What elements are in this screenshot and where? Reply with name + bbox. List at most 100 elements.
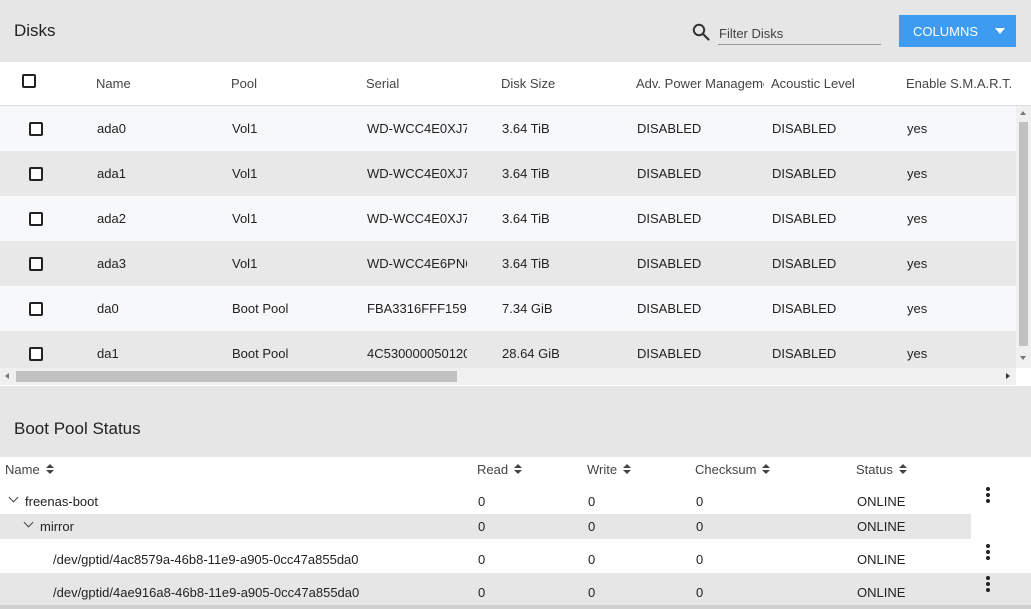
row-checkbox[interactable] bbox=[29, 122, 43, 136]
device-checksum: 0 bbox=[696, 585, 704, 600]
table-row[interactable]: ada2 Vol1 WD-WCC4E0XJ7 3.64 TiB DISABLED… bbox=[0, 196, 1016, 241]
disk-name: ada1 bbox=[97, 166, 126, 181]
disk-apm: DISABLED bbox=[637, 301, 702, 316]
tree-row-freenas-boot[interactable]: freenas-boot 0 0 0 ONLINE bbox=[0, 487, 1031, 514]
column-header-disk-size[interactable]: Disk Size bbox=[501, 76, 621, 91]
disk-size: 28.64 GiB bbox=[502, 346, 560, 361]
column-header-adv-power-management[interactable]: Adv. Power Management bbox=[636, 76, 764, 91]
disk-smart: yes bbox=[907, 256, 928, 271]
column-header-name[interactable]: Name bbox=[5, 462, 54, 477]
sort-icon[interactable] bbox=[45, 464, 54, 475]
tree-row-device[interactable]: /dev/gptid/4ac8579a-46b8-11e9-a905-0cc47… bbox=[0, 544, 1031, 573]
row-checkbox[interactable] bbox=[29, 302, 43, 316]
row-checkbox[interactable] bbox=[29, 212, 43, 226]
disk-size: 3.64 TiB bbox=[502, 121, 550, 136]
disk-apm: DISABLED bbox=[637, 211, 702, 226]
columns-button[interactable]: COLUMNS bbox=[899, 15, 1016, 47]
chevron-down-icon[interactable] bbox=[23, 517, 34, 528]
column-header-write[interactable]: Write bbox=[587, 462, 632, 477]
more-vert-icon[interactable] bbox=[986, 576, 990, 592]
scroll-down-icon[interactable] bbox=[1020, 356, 1026, 360]
disks-panel: Disks COLUMNS Name Pool Serial Disk Size… bbox=[0, 0, 1031, 386]
sort-icon[interactable] bbox=[514, 464, 523, 475]
disk-smart: yes bbox=[907, 301, 928, 316]
column-header-acoustic-level[interactable]: Acoustic Level bbox=[771, 76, 899, 91]
column-header-name[interactable]: Name bbox=[96, 76, 216, 91]
disk-name: ada3 bbox=[97, 256, 126, 271]
disk-acoustic: DISABLED bbox=[772, 166, 837, 181]
header-label: Write bbox=[587, 462, 618, 477]
scroll-left-icon[interactable] bbox=[5, 373, 9, 379]
disk-pool: Vol1 bbox=[232, 121, 258, 136]
chevron-down-icon[interactable] bbox=[8, 492, 19, 503]
scroll-right-icon[interactable] bbox=[1006, 373, 1010, 379]
sort-icon[interactable] bbox=[762, 464, 771, 475]
more-vert-icon[interactable] bbox=[986, 544, 990, 560]
table-row[interactable]: da1 Boot Pool 4C530000050120 28.64 GiB D… bbox=[0, 331, 1016, 368]
disks-title: Disks bbox=[14, 21, 56, 40]
disks-table-body: ada0 Vol1 WD-WCC4E0XJ7 3.64 TiB DISABLED… bbox=[0, 106, 1016, 368]
pool-checksum: 0 bbox=[696, 494, 704, 509]
column-header-enable-smart[interactable]: Enable S.M.A.R.T. bbox=[906, 76, 1018, 91]
boot-pool-panel: Boot Pool Status Name Read Write Checksu… bbox=[0, 398, 1031, 609]
disk-smart: yes bbox=[907, 346, 928, 361]
device-write: 0 bbox=[588, 552, 596, 567]
boot-pool-title: Boot Pool Status bbox=[14, 419, 141, 438]
disk-pool: Boot Pool bbox=[232, 301, 289, 316]
disk-pool: Vol1 bbox=[232, 166, 258, 181]
column-header-pool[interactable]: Pool bbox=[231, 76, 351, 91]
horizontal-scroll-thumb[interactable] bbox=[16, 371, 457, 382]
vdev-status: ONLINE bbox=[857, 519, 906, 534]
table-row[interactable]: ada0 Vol1 WD-WCC4E0XJ7 3.64 TiB DISABLED… bbox=[0, 106, 1016, 151]
column-header-status[interactable]: Status bbox=[856, 462, 907, 477]
columns-button-label: COLUMNS bbox=[913, 23, 979, 39]
device-checksum: 0 bbox=[696, 552, 704, 567]
tree-row-mirror[interactable]: mirror 0 0 0 ONLINE bbox=[0, 514, 971, 539]
search-icon[interactable] bbox=[692, 23, 710, 41]
disk-apm: DISABLED bbox=[637, 346, 702, 361]
disk-serial: FBA3316FFF159 bbox=[367, 301, 467, 316]
pool-write: 0 bbox=[588, 494, 596, 509]
vertical-scroll-thumb[interactable] bbox=[1019, 122, 1028, 346]
row-checkbox[interactable] bbox=[29, 257, 43, 271]
table-row[interactable]: ada1 Vol1 WD-WCC4E0XJ7 3.64 TiB DISABLED… bbox=[0, 151, 1016, 196]
pool-status: ONLINE bbox=[857, 494, 906, 509]
disk-acoustic: DISABLED bbox=[772, 211, 837, 226]
device-status: ONLINE bbox=[857, 552, 906, 567]
table-row[interactable]: da0 Boot Pool FBA3316FFF159 7.34 GiB DIS… bbox=[0, 286, 1016, 331]
disk-serial: WD-WCC4E6PN6 bbox=[367, 256, 467, 271]
select-all-checkbox[interactable] bbox=[22, 74, 36, 88]
vertical-scrollbar[interactable] bbox=[1016, 106, 1031, 368]
device-status: ONLINE bbox=[857, 585, 906, 600]
disk-apm: DISABLED bbox=[637, 256, 702, 271]
scroll-up-icon[interactable] bbox=[1020, 111, 1026, 115]
disk-apm: DISABLED bbox=[637, 121, 702, 136]
disk-size: 3.64 TiB bbox=[502, 256, 550, 271]
table-row[interactable]: ada3 Vol1 WD-WCC4E6PN6 3.64 TiB DISABLED… bbox=[0, 241, 1016, 286]
more-vert-icon[interactable] bbox=[986, 487, 990, 503]
disk-serial: 4C530000050120 bbox=[367, 346, 467, 361]
disk-acoustic: DISABLED bbox=[772, 121, 837, 136]
column-header-read[interactable]: Read bbox=[477, 462, 523, 477]
device-name: /dev/gptid/4ac8579a-46b8-11e9-a905-0cc47… bbox=[53, 552, 359, 567]
header-label: Status bbox=[856, 462, 893, 477]
disk-name: ada2 bbox=[97, 211, 126, 226]
tree-row-device[interactable]: /dev/gptid/4ae916a8-46b8-11e9-a905-0cc47… bbox=[0, 573, 1031, 605]
row-checkbox[interactable] bbox=[29, 167, 43, 181]
column-header-checksum[interactable]: Checksum bbox=[695, 462, 771, 477]
row-checkbox[interactable] bbox=[29, 347, 43, 361]
disk-pool: Vol1 bbox=[232, 256, 258, 271]
disk-pool: Boot Pool bbox=[232, 346, 289, 361]
sort-icon[interactable] bbox=[623, 464, 632, 475]
disk-serial: WD-WCC4E0XJ7 bbox=[367, 166, 467, 181]
disk-size: 3.64 TiB bbox=[502, 211, 550, 226]
disk-pool: Vol1 bbox=[232, 211, 258, 226]
column-header-serial[interactable]: Serial bbox=[366, 76, 486, 91]
filter-disks-input[interactable] bbox=[718, 20, 881, 45]
horizontal-scrollbar[interactable] bbox=[0, 368, 1016, 385]
device-name: /dev/gptid/4ae916a8-46b8-11e9-a905-0cc47… bbox=[53, 585, 360, 600]
header-label: Read bbox=[477, 462, 509, 477]
disk-acoustic: DISABLED bbox=[772, 256, 837, 271]
disk-name: ada0 bbox=[97, 121, 126, 136]
sort-icon[interactable] bbox=[898, 464, 907, 475]
